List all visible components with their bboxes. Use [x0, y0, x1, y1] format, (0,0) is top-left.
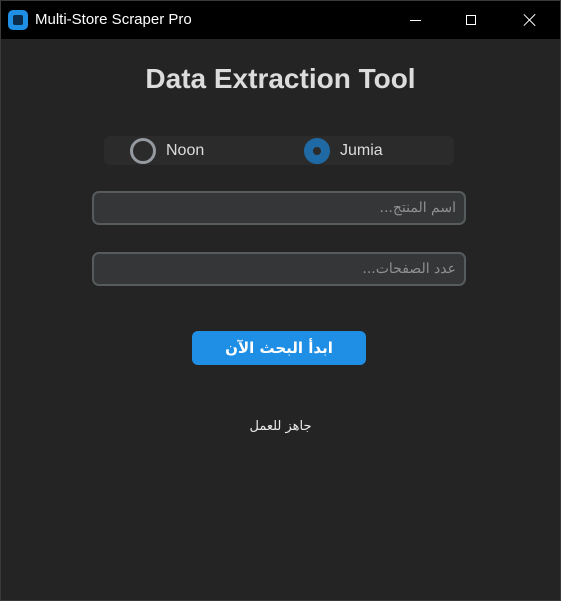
radio-label-noon: Noon: [166, 141, 205, 159]
radio-option-noon[interactable]: Noon: [130, 136, 204, 165]
pages-count-input[interactable]: [92, 252, 466, 286]
app-window: Multi-Store Scraper Pro Data Extraction …: [0, 0, 561, 601]
radio-option-jumia[interactable]: Jumia: [304, 136, 383, 165]
minimize-icon: [409, 19, 421, 21]
close-button[interactable]: [507, 1, 553, 39]
window-title: Multi-Store Scraper Pro: [35, 11, 192, 28]
radio-checked-icon[interactable]: [304, 137, 330, 164]
radio-label-jumia: Jumia: [340, 141, 383, 159]
product-name-input[interactable]: [92, 191, 466, 225]
radio-unchecked-icon[interactable]: [130, 137, 156, 164]
title-bar[interactable]: Multi-Store Scraper Pro: [1, 1, 560, 39]
maximize-button[interactable]: [448, 1, 494, 39]
minimize-button[interactable]: [392, 1, 438, 39]
page-title: Data Extraction Tool: [145, 63, 416, 94]
close-icon: [523, 13, 537, 27]
app-logo-icon: [8, 10, 28, 30]
start-search-button[interactable]: ابدأ البحث الآن: [192, 331, 366, 365]
store-selector: Noon Jumia: [104, 136, 454, 165]
status-label: جاهز للعمل: [249, 419, 312, 434]
maximize-icon: [466, 15, 476, 25]
